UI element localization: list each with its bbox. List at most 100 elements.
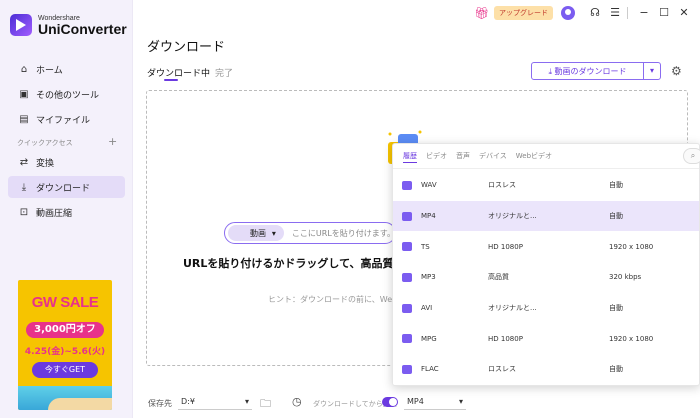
sidebar-item-label: マイファイル — [36, 115, 91, 126]
compress-icon: ⊡ — [19, 206, 29, 218]
brand-name: UniConverter — [38, 20, 127, 37]
format-resolution: 自動 — [609, 212, 623, 221]
video-file-icon — [402, 303, 412, 313]
url-input-bar[interactable]: 動画 ▾ ここにURLを貼り付けます。 — [224, 222, 396, 244]
format-quality: オリジナルと... — [488, 304, 537, 313]
close-icon[interactable]: ✕ — [676, 6, 692, 20]
output-format-value: MP4 — [407, 397, 424, 406]
format-row[interactable]: MPG HD 1080P 1920 x 1080 — [393, 323, 699, 354]
sidebar-item-label: 動画圧縮 — [36, 208, 73, 219]
format-quality: HD 1080P — [488, 242, 523, 251]
folder-icon[interactable]: 🗀 — [260, 395, 271, 414]
audio-file-icon — [402, 180, 412, 190]
format-name: MP3 — [421, 273, 436, 282]
file-icon: ▤ — [19, 113, 29, 125]
quick-access-label: クイックアクセス — [17, 139, 73, 147]
save-location-select[interactable]: D:¥ ▾ — [178, 394, 252, 410]
sale-banner[interactable]: GW SALE 3,000円オフ 4.25(金)~5.6(火) 今すぐGET — [18, 280, 112, 410]
sidebar-item-label: ダウンロード — [36, 183, 91, 194]
chevron-down-icon[interactable]: ▾ — [643, 63, 660, 79]
save-location-label: 保存先 — [148, 399, 172, 408]
tab-web-video[interactable]: Webビデオ — [516, 150, 552, 163]
titlebar-divider — [627, 7, 628, 19]
menu-icon[interactable]: ☰ — [607, 6, 623, 20]
format-quality: HD 1080P — [488, 334, 523, 343]
format-row[interactable]: FLAC ロスレス 自動 — [393, 354, 699, 385]
video-file-icon — [402, 242, 412, 252]
format-row[interactable]: AVI オリジナルと... 自動 — [393, 293, 699, 324]
format-quality: ロスレス — [488, 365, 516, 374]
media-type-select[interactable]: 動画 ▾ — [228, 225, 284, 241]
banner-sand-illustration — [48, 398, 112, 410]
clock-icon[interactable]: ◷ — [292, 395, 302, 408]
upgrade-button[interactable]: アップグレード — [494, 6, 553, 20]
format-resolution: 1920 x 1080 — [609, 334, 654, 343]
headset-icon[interactable]: ☊ — [587, 6, 603, 20]
sidebar-item-label: ホーム — [36, 65, 63, 76]
toolbox-icon: ▣ — [19, 88, 29, 100]
output-format-select[interactable]: MP4 ▾ — [404, 394, 466, 410]
maximize-icon[interactable]: ☐ — [656, 6, 672, 20]
format-name: WAV — [421, 181, 437, 190]
format-row[interactable]: WAV ロスレス 自動 — [393, 170, 699, 201]
active-tab-indicator — [164, 79, 178, 81]
sidebar-item-compress[interactable]: ⊡ 動画圧縮 — [8, 201, 125, 223]
url-input[interactable]: ここにURLを貼り付けます。 — [292, 228, 395, 239]
format-row[interactable]: TS HD 1080P 1920 x 1080 — [393, 231, 699, 262]
sidebar-item-download[interactable]: ⤓ ダウンロード — [8, 176, 125, 198]
convert-after-download-toggle[interactable] — [382, 397, 398, 407]
download-icon: ⤓ — [21, 181, 27, 193]
format-dropdown-panel: 履歴 ビデオ 音声 デバイス Webビデオ ⌕ WAV ロスレス 自動 MP4 … — [392, 143, 700, 386]
add-quick-access-button[interactable]: + — [108, 135, 117, 148]
banner-price: 3,000円オフ — [26, 322, 104, 338]
video-file-icon — [402, 211, 412, 221]
format-resolution: 自動 — [609, 365, 623, 374]
tab-completed[interactable]: 完了 — [215, 66, 233, 79]
download-video-button[interactable]: ⤓ 動画のダウンロード ▾ — [531, 62, 661, 80]
sidebar: Wondershare UniConverter ⌂ ホーム ▣ その他のツール… — [0, 0, 133, 418]
media-type-value: 動画 — [250, 228, 266, 238]
format-resolution: 1920 x 1080 — [609, 242, 654, 251]
format-resolution: 自動 — [609, 181, 623, 190]
convert-icon: ⇄ — [19, 156, 29, 168]
sidebar-item-label: 変換 — [36, 158, 55, 169]
home-icon: ⌂ — [20, 63, 28, 75]
format-name: MP4 — [421, 212, 436, 221]
sidebar-item-tools[interactable]: ▣ その他のツール — [8, 83, 125, 105]
format-quality: 高品質 — [488, 273, 509, 282]
save-location-value: D:¥ — [181, 397, 195, 406]
format-row[interactable]: MP4 オリジナルと... 自動 — [393, 200, 699, 232]
sidebar-item-home[interactable]: ⌂ ホーム — [8, 58, 125, 80]
tab-device[interactable]: デバイス — [479, 150, 507, 163]
tab-video[interactable]: ビデオ — [426, 150, 447, 163]
gear-icon[interactable]: ⚙ — [671, 64, 682, 78]
gift-icon[interactable]: 🎁︎ — [474, 6, 489, 20]
format-name: FLAC — [421, 365, 439, 374]
format-name: MPG — [421, 334, 437, 343]
sidebar-item-convert[interactable]: ⇄ 変換 — [8, 151, 125, 173]
page-title: ダウンロード — [147, 40, 226, 55]
tab-downloading[interactable]: ダウンロード中 — [147, 66, 210, 79]
panel-divider — [393, 168, 699, 169]
avatar[interactable] — [561, 6, 575, 20]
audio-file-icon — [402, 364, 412, 374]
caret-down-icon: ▾ — [271, 228, 276, 238]
app-logo: Wondershare UniConverter — [10, 14, 127, 36]
format-name: TS — [421, 242, 430, 251]
banner-get-button[interactable]: 今すぐGET — [32, 362, 98, 378]
titlebar: 🎁︎ アップグレード ☊ ☰ − ☐ ✕ — [474, 6, 692, 20]
format-row[interactable]: MP3 高品質 320 kbps — [393, 262, 699, 293]
banner-dates: 4.25(金)~5.6(火) — [24, 347, 106, 357]
tab-history[interactable]: 履歴 — [403, 150, 417, 163]
caret-down-icon: ▾ — [244, 397, 249, 406]
format-resolution: 320 kbps — [609, 273, 642, 282]
minimize-icon[interactable]: − — [636, 6, 652, 20]
banner-title: GW SALE — [31, 294, 99, 311]
search-icon[interactable]: ⌕ — [683, 148, 700, 164]
uniconverter-logo-icon — [10, 14, 32, 36]
format-quality: オリジナルと... — [488, 212, 537, 221]
format-resolution: 自動 — [609, 304, 623, 313]
tab-audio[interactable]: 音声 — [456, 150, 470, 163]
sidebar-item-my-files[interactable]: ▤ マイファイル — [8, 108, 125, 130]
format-quality: ロスレス — [488, 181, 516, 190]
